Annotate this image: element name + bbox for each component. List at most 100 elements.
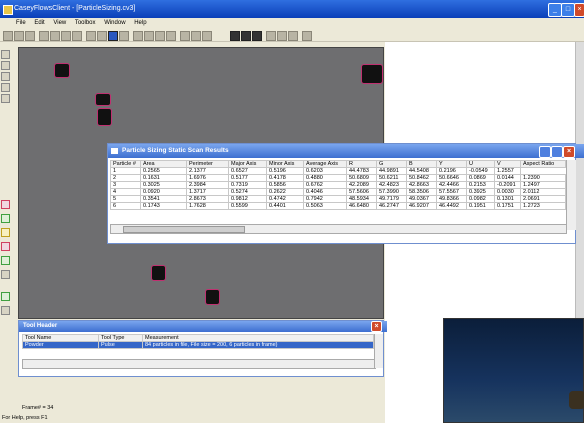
table-row[interactable]: 3 0.3025 2.3984 0.7319 0.5856 0.6762 42.2089 42… (110, 181, 566, 189)
tool-icon[interactable] (97, 31, 107, 41)
results-title: Particle Sizing Static Scan Results (122, 147, 229, 154)
particle-tool-icon[interactable] (1, 200, 10, 209)
results-col-header[interactable]: Major Axis (228, 160, 267, 168)
stop-icon[interactable] (241, 31, 251, 41)
table-row[interactable]: 2 0.1631 1.6976 0.5177 0.4178 0.4880 50.6809 50… (110, 174, 566, 182)
new-icon[interactable] (3, 31, 13, 41)
table-row[interactable]: 6 0.1743 1.7628 0.5599 0.4401 0.5063 46.6480 46… (110, 202, 566, 210)
arrow-icon[interactable] (180, 31, 190, 41)
table-cell: 0.4178 (266, 174, 304, 182)
results-col-header[interactable]: B (406, 160, 437, 168)
table-cell: 1.6976 (186, 174, 229, 182)
maximize-button[interactable]: □ (561, 3, 575, 17)
col-tool-type: Tool Type (98, 334, 143, 342)
link-icon[interactable] (266, 31, 276, 41)
close-button[interactable]: × (574, 3, 584, 17)
table-cell: 1 (110, 167, 141, 175)
menu-view[interactable]: View (53, 20, 66, 26)
results-col-header[interactable]: R (346, 160, 377, 168)
circle-tool-icon[interactable] (1, 83, 10, 92)
table-cell: 2.8673 (186, 195, 229, 203)
tool-header-close-button[interactable]: × (371, 321, 382, 332)
cursor-icon[interactable] (191, 31, 201, 41)
line-tool-icon[interactable] (1, 61, 10, 70)
table-cell: 0.1301 (494, 195, 521, 203)
help-icon[interactable] (86, 31, 96, 41)
print-icon[interactable] (72, 31, 82, 41)
results-col-header[interactable]: Particle # (110, 160, 141, 168)
table-cell: 0.6762 (303, 181, 347, 189)
record-icon[interactable] (252, 31, 262, 41)
capture-icon[interactable] (108, 31, 118, 41)
shape-icon[interactable] (277, 31, 287, 41)
results-col-header[interactable]: Aspect Ratio (520, 160, 566, 168)
particle (97, 108, 112, 126)
scroll-thumb[interactable] (123, 226, 245, 233)
folder-icon[interactable] (155, 31, 165, 41)
results-vscroll[interactable] (566, 160, 576, 230)
app-window: CaseyFlowsClient - [ParticleSizing.cv3] … (0, 0, 584, 423)
select-tool-icon[interactable] (1, 50, 10, 59)
table-cell: 0.5196 (266, 167, 304, 175)
minimize-button[interactable]: _ (548, 3, 562, 17)
overlay-icon[interactable] (133, 31, 143, 41)
results-col-header[interactable]: U (466, 160, 495, 168)
table-cell: 57.5567 (436, 188, 467, 196)
table-cell: 46.2747 (376, 202, 407, 210)
frame-icon[interactable] (288, 31, 298, 41)
table-cell: 42.4466 (436, 181, 467, 189)
tool-hscroll[interactable] (22, 359, 376, 369)
results-col-header[interactable]: Average Axis (303, 160, 347, 168)
rect-tool-icon[interactable] (1, 72, 10, 81)
edge-tool-icon[interactable] (1, 228, 10, 237)
menu-toolbox[interactable]: Toolbox (75, 20, 96, 26)
open-icon[interactable] (14, 31, 24, 41)
table-cell: 1.2390 (520, 174, 566, 182)
menu-edit[interactable]: Edit (34, 20, 44, 26)
color-tool-icon[interactable] (1, 270, 10, 279)
settings-icon[interactable] (202, 31, 212, 41)
table-cell: 0.3025 (140, 181, 187, 189)
particle (54, 63, 70, 78)
zoom-icon[interactable] (144, 31, 154, 41)
menu-file[interactable]: File (16, 20, 26, 26)
results-col-header[interactable]: V (494, 160, 521, 168)
table-cell: 0.1751 (494, 202, 521, 210)
pattern-tool-icon[interactable] (1, 292, 10, 301)
cut-icon[interactable] (39, 31, 49, 41)
grid-icon[interactable] (119, 31, 129, 41)
table-cell: 0.4880 (303, 174, 347, 182)
results-col-header[interactable]: Area (140, 160, 187, 168)
tool-vscroll[interactable] (374, 334, 383, 368)
ocr-tool-icon[interactable] (1, 306, 10, 315)
results-maximize-button[interactable] (551, 146, 563, 158)
save-icon[interactable] (25, 31, 35, 41)
measure-tool-icon[interactable] (1, 94, 10, 103)
paste-icon[interactable] (61, 31, 71, 41)
results-col-header[interactable]: Y (436, 160, 467, 168)
info-icon[interactable] (302, 31, 312, 41)
menu-help[interactable]: Help (134, 20, 146, 26)
results-minimize-button[interactable] (539, 146, 551, 158)
menu-window[interactable]: Window (104, 20, 125, 26)
table-row[interactable]: 5 0.3541 2.8673 0.9812 0.4742 0.7942 48.5934 49… (110, 195, 566, 203)
tool-table: Tool Name Tool Type Measurement Powder P… (22, 334, 374, 349)
particle (361, 64, 383, 84)
results-col-header[interactable]: Minor Axis (266, 160, 304, 168)
blob-tool-icon[interactable] (1, 214, 10, 223)
copy-icon[interactable] (50, 31, 60, 41)
pause-icon[interactable] (230, 31, 240, 41)
results-hscroll[interactable] (110, 224, 567, 234)
chart-icon[interactable] (166, 31, 176, 41)
tool-row[interactable]: Powder Pulse 84 particles in file, File … (22, 341, 374, 349)
results-col-header[interactable]: G (376, 160, 407, 168)
results-close-button[interactable]: × (563, 146, 575, 158)
table-cell: 0.0144 (494, 174, 521, 182)
object (569, 391, 584, 409)
table-cell: 0.1743 (140, 202, 187, 210)
area-tool-icon[interactable] (1, 256, 10, 265)
table-row[interactable]: 4 0.0920 1.3717 0.5274 0.2622 0.4046 57.5606 57… (110, 188, 566, 196)
count-tool-icon[interactable] (1, 242, 10, 251)
results-col-header[interactable]: Perimeter (186, 160, 229, 168)
table-row[interactable]: 1 0.2565 2.1377 0.6527 0.5196 0.6203 44.4783 44… (110, 167, 566, 175)
